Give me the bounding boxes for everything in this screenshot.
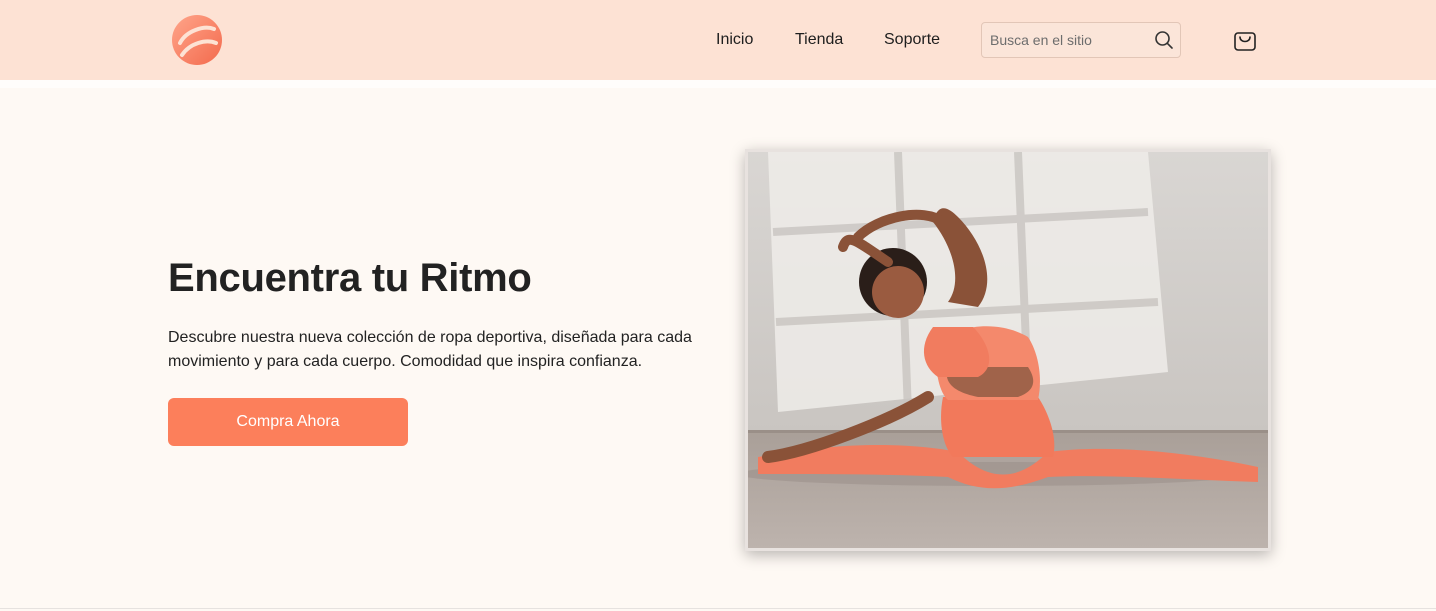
brand-logo-icon[interactable] bbox=[170, 13, 224, 67]
hero-description: Descubre nuestra nueva colección de ropa… bbox=[168, 329, 692, 370]
search-icon[interactable] bbox=[1154, 30, 1174, 50]
site-header: Inicio Tienda Soporte bbox=[0, 0, 1436, 80]
hero-title: Encuentra tu Ritmo bbox=[168, 256, 532, 300]
nav-link-inicio[interactable]: Inicio bbox=[716, 30, 753, 50]
header-divider bbox=[0, 80, 1436, 88]
shopping-bag-icon[interactable] bbox=[1232, 27, 1258, 53]
nav-link-soporte[interactable]: Soporte bbox=[884, 30, 940, 50]
shop-now-button[interactable]: Compra Ahora bbox=[168, 398, 408, 446]
hero-image bbox=[745, 149, 1271, 551]
nav-link-tienda[interactable]: Tienda bbox=[795, 30, 843, 50]
page-bottom-divider bbox=[0, 608, 1436, 609]
search-input[interactable] bbox=[982, 23, 1150, 57]
search-box bbox=[981, 22, 1181, 58]
